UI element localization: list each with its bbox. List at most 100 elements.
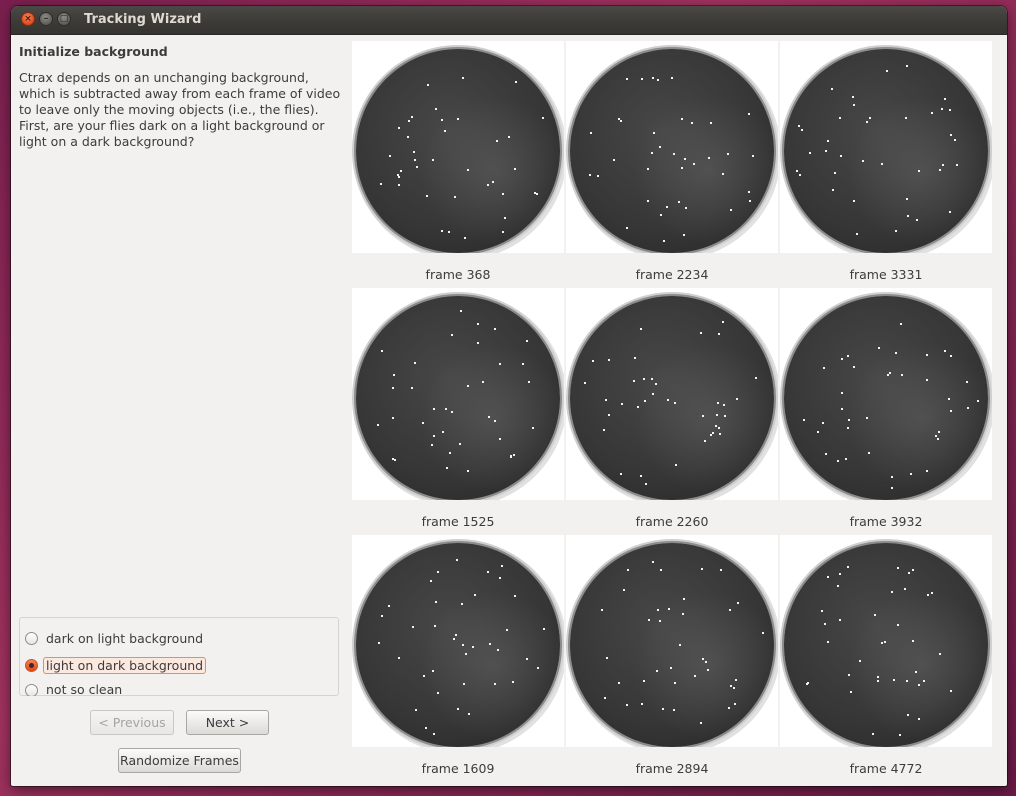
next-button[interactable]: Next > bbox=[186, 710, 269, 735]
fly-speck bbox=[841, 392, 844, 395]
fly-speck bbox=[477, 342, 480, 345]
fly-speck bbox=[700, 721, 703, 724]
fly-speck bbox=[822, 421, 825, 424]
arena-plate bbox=[356, 49, 560, 253]
fly-speck bbox=[912, 640, 915, 643]
fly-speck bbox=[414, 708, 417, 711]
close-icon[interactable]: × bbox=[21, 12, 35, 26]
fly-speck bbox=[840, 155, 843, 158]
fly-speck bbox=[467, 470, 470, 473]
fly-speck bbox=[729, 208, 732, 211]
fly-speck bbox=[891, 487, 894, 490]
fly-speck bbox=[456, 708, 459, 711]
fly-speck bbox=[717, 401, 720, 404]
maximize-icon[interactable]: □ bbox=[57, 12, 71, 26]
fly-speck bbox=[656, 79, 659, 82]
fly-speck bbox=[460, 603, 463, 606]
fly-speck bbox=[607, 414, 610, 417]
fly-speck bbox=[852, 103, 855, 106]
fly-speck bbox=[897, 623, 900, 626]
fly-speck bbox=[626, 569, 629, 572]
fly-speck bbox=[432, 733, 435, 736]
fly-speck bbox=[510, 455, 513, 458]
fly-speck bbox=[543, 627, 546, 630]
fly-speck bbox=[847, 673, 850, 676]
fly-speck bbox=[644, 483, 647, 486]
randomize-frames-button[interactable]: Randomize Frames bbox=[118, 748, 241, 773]
option-not-so-clean[interactable]: not so clean bbox=[25, 682, 122, 696]
option-dark-on-light[interactable]: dark on light background bbox=[25, 628, 203, 648]
fly-speck bbox=[727, 153, 730, 156]
fly-speck bbox=[803, 419, 806, 422]
fly-speck bbox=[477, 323, 480, 326]
fly-speck bbox=[721, 321, 724, 324]
fly-speck bbox=[941, 163, 944, 166]
option-light-on-dark[interactable]: light on dark background bbox=[25, 655, 207, 675]
fly-speck bbox=[943, 98, 946, 101]
arena-plate bbox=[784, 296, 988, 500]
radio-button[interactable] bbox=[25, 684, 38, 696]
fly-speck bbox=[433, 434, 436, 437]
frame-image bbox=[780, 288, 992, 500]
fly-speck bbox=[840, 408, 843, 411]
fly-speck bbox=[496, 140, 499, 142]
fly-speck bbox=[621, 403, 624, 406]
fly-speck bbox=[877, 676, 880, 679]
fly-speck bbox=[700, 331, 703, 334]
fly-speck bbox=[502, 193, 505, 196]
previous-button[interactable]: < Previous bbox=[90, 710, 174, 735]
fly-speck bbox=[468, 713, 471, 716]
fly-speck bbox=[871, 732, 874, 735]
fly-speck bbox=[432, 669, 435, 672]
fly-speck bbox=[823, 622, 826, 625]
fly-speck bbox=[399, 169, 402, 172]
fly-speck bbox=[435, 108, 438, 110]
fly-speck bbox=[727, 706, 730, 709]
fly-speck bbox=[486, 183, 489, 186]
fly-speck bbox=[521, 363, 524, 366]
fly-speck bbox=[939, 653, 942, 656]
fly-speck bbox=[626, 78, 629, 81]
fly-speck bbox=[672, 708, 675, 711]
fly-speck bbox=[639, 327, 642, 330]
fly-speck bbox=[907, 571, 910, 574]
fly-speck bbox=[411, 626, 414, 629]
fly-speck bbox=[709, 434, 712, 437]
fly-speck bbox=[654, 382, 657, 385]
title-bar[interactable]: × – □ Tracking Wizard bbox=[11, 6, 1007, 35]
radio-button-selected[interactable] bbox=[25, 658, 38, 672]
fly-speck bbox=[398, 184, 401, 187]
fly-speck bbox=[665, 205, 668, 208]
fly-speck bbox=[625, 226, 628, 229]
fly-speck bbox=[462, 76, 465, 79]
fly-speck bbox=[651, 151, 654, 154]
fly-speck bbox=[498, 576, 501, 579]
fly-speck bbox=[715, 424, 718, 427]
fly-speck bbox=[953, 139, 956, 142]
fly-speck bbox=[947, 398, 950, 400]
fly-speck bbox=[433, 624, 436, 627]
minimize-icon[interactable]: – bbox=[39, 12, 53, 26]
fly-speck bbox=[806, 682, 809, 685]
radio-button[interactable] bbox=[25, 631, 38, 645]
fly-speck bbox=[670, 77, 673, 80]
fly-speck bbox=[414, 361, 417, 364]
fly-speck bbox=[444, 129, 446, 132]
fly-speck bbox=[504, 217, 507, 220]
fly-speck bbox=[437, 571, 440, 574]
fly-speck bbox=[501, 564, 504, 567]
fly-speck bbox=[949, 108, 952, 111]
fly-speck bbox=[796, 169, 799, 172]
fly-speck bbox=[650, 378, 653, 381]
fly-speck bbox=[682, 612, 685, 615]
fly-speck bbox=[723, 415, 726, 418]
fly-speck bbox=[661, 708, 664, 711]
frame-caption: frame 3331 bbox=[849, 267, 923, 282]
arena-plate bbox=[570, 296, 774, 500]
fly-speck bbox=[720, 569, 723, 572]
fly-speck bbox=[906, 714, 909, 717]
fly-speck bbox=[827, 576, 830, 579]
fly-speck bbox=[751, 155, 754, 158]
fly-speck bbox=[408, 119, 411, 122]
frame-image bbox=[566, 288, 778, 500]
